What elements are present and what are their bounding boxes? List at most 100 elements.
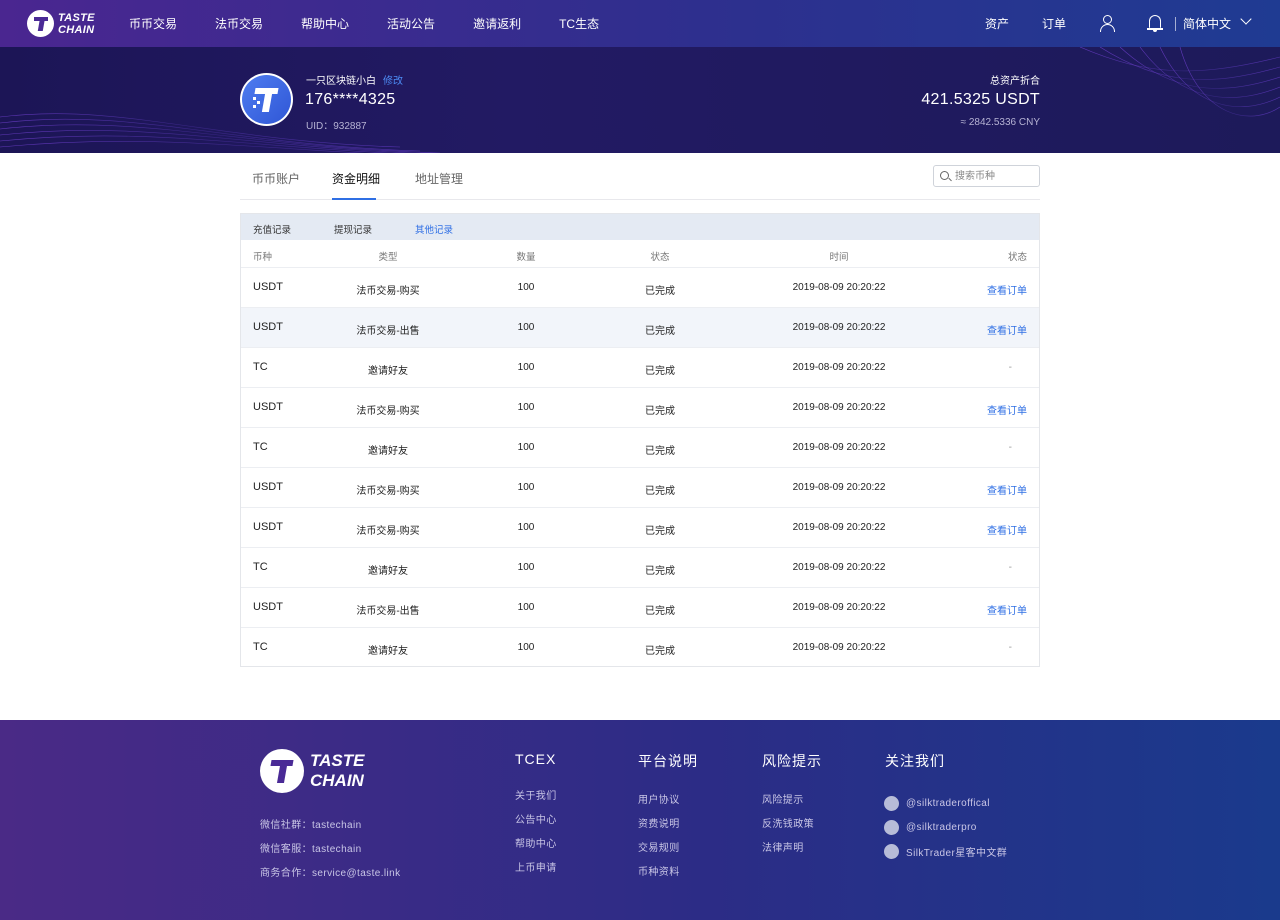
- footer-link-trading-rules[interactable]: 交易规则: [638, 839, 698, 863]
- language-select[interactable]: 简体中文: [1183, 15, 1231, 32]
- profile-banner: 一只区块链小白 修改 176****4325 UID：932887 总资产折合 …: [0, 47, 1280, 153]
- cell-amount: 100: [517, 282, 535, 293]
- nav-item-referral[interactable]: 邀请返利: [473, 15, 521, 32]
- footer-link-user-agreement[interactable]: 用户协议: [638, 791, 698, 815]
- footer-link-help[interactable]: 帮助中心: [515, 835, 557, 859]
- nav-item-fiat-trading[interactable]: 法币交易: [215, 15, 263, 32]
- cell-type: 邀请好友: [368, 366, 408, 377]
- edit-nickname-link[interactable]: 修改: [383, 72, 403, 87]
- col-coin: 币种: [253, 252, 273, 263]
- cell-amount: 100: [517, 442, 535, 453]
- footer-logo-icon: [260, 749, 304, 793]
- nav-item-tc-ecosystem[interactable]: TC生态: [559, 15, 599, 32]
- footer-link-legal[interactable]: 法律声明: [762, 839, 822, 863]
- footer-link-listing[interactable]: 上币申请: [515, 859, 557, 883]
- subtab-other-records[interactable]: 其他记录: [415, 222, 453, 236]
- cell-type: 邀请好友: [368, 446, 408, 457]
- cell-type: 法币交易-购买: [356, 406, 420, 417]
- cell-amount: 100: [517, 482, 535, 493]
- logo-text-line2: CHAIN: [58, 23, 95, 36]
- active-tab-indicator: [332, 198, 376, 200]
- nav-divider: [1175, 17, 1176, 31]
- nav-orders[interactable]: 订单: [1042, 15, 1066, 32]
- col-type: 类型: [378, 252, 398, 263]
- record-subtabs: 充值记录 提现记录 其他记录: [241, 214, 1039, 240]
- cell-time: 2019-08-09 20:20:22: [792, 642, 886, 653]
- cell-status: 已完成: [645, 486, 675, 497]
- cell-type: 法币交易-出售: [356, 606, 420, 617]
- cell-amount: 100: [517, 362, 535, 373]
- tab-fund-details[interactable]: 资金明细: [332, 170, 380, 187]
- social-icon: [884, 795, 899, 811]
- footer-logo-line1: TASTE: [310, 751, 365, 770]
- footer-link-announcements[interactable]: 公告中心: [515, 811, 557, 835]
- banner-wave-decoration: [0, 47, 1280, 153]
- cell-time: 2019-08-09 20:20:22: [792, 562, 886, 573]
- footer-link-coin-info[interactable]: 币种资料: [638, 863, 698, 887]
- footer-link-about[interactable]: 关于我们: [515, 787, 557, 811]
- cell-time: 2019-08-09 20:20:22: [792, 602, 886, 613]
- cell-coin: USDT: [253, 601, 283, 613]
- logo[interactable]: TASTE CHAIN: [27, 10, 95, 37]
- footer-link-fees[interactable]: 资费说明: [638, 815, 698, 839]
- total-assets-label: 总资产折合: [990, 76, 1040, 87]
- nav-item-help-center[interactable]: 帮助中心: [301, 15, 349, 32]
- search-input[interactable]: [955, 169, 1037, 183]
- footer-social-official[interactable]: @silktraderoffical: [884, 791, 1007, 815]
- subtab-withdraw-records[interactable]: 提现记录: [334, 222, 372, 236]
- nav-assets[interactable]: 资产: [985, 15, 1009, 32]
- cell-type: 法币交易-购买: [356, 486, 420, 497]
- tab-address-management[interactable]: 地址管理: [415, 170, 463, 187]
- cell-status: 已完成: [645, 366, 675, 377]
- main-menu: 币币交易 法币交易 帮助中心 活动公告 邀请返利 TC生态: [110, 0, 618, 47]
- footer-col-title: 平台说明: [638, 753, 698, 769]
- tab-spot-account[interactable]: 币币账户: [252, 170, 300, 187]
- no-action-placeholder: -: [1008, 642, 1012, 653]
- cell-status: 已完成: [645, 526, 675, 537]
- no-action-placeholder: -: [1008, 362, 1012, 373]
- social-icon: [884, 819, 899, 835]
- chevron-down-icon[interactable]: [1240, 13, 1252, 25]
- cell-coin: TC: [253, 641, 268, 653]
- cell-time: 2019-08-09 20:20:22: [792, 482, 886, 493]
- footer-logo[interactable]: TASTE CHAIN: [260, 749, 364, 793]
- cell-time: 2019-08-09 20:20:22: [792, 282, 886, 293]
- view-order-link[interactable]: 查看订单: [987, 602, 1027, 617]
- cell-status: 已完成: [645, 566, 675, 577]
- view-order-link[interactable]: 查看订单: [987, 282, 1027, 297]
- no-action-placeholder: -: [1008, 442, 1012, 453]
- table-row: USDT 法币交易-出售 100 已完成 2019-08-09 20:20:22 查看订单: [241, 588, 1039, 628]
- avatar[interactable]: [240, 73, 293, 126]
- view-order-link[interactable]: 查看订单: [987, 402, 1027, 417]
- cell-type: 法币交易-出售: [356, 326, 420, 337]
- coin-search[interactable]: [933, 165, 1040, 187]
- footer-link-risk-warning[interactable]: 风险提示: [762, 791, 822, 815]
- social-icon: [884, 843, 899, 859]
- cell-time: 2019-08-09 20:20:22: [792, 522, 886, 533]
- cell-coin: USDT: [253, 521, 283, 533]
- footer-link-aml-policy[interactable]: 反洗钱政策: [762, 815, 822, 839]
- nickname: 一只区块链小白: [306, 76, 376, 87]
- footer-col-title: TCEX: [515, 751, 557, 767]
- footer-social-chinese-group[interactable]: SilkTrader星客中文群: [884, 839, 1007, 863]
- cell-amount: 100: [517, 562, 535, 573]
- cell-amount: 100: [517, 642, 535, 653]
- view-order-link[interactable]: 查看订单: [987, 482, 1027, 497]
- view-order-link[interactable]: 查看订单: [987, 322, 1027, 337]
- footer-social-pro[interactable]: @silktraderpro: [884, 815, 1007, 839]
- table-row: USDT 法币交易-出售 100 已完成 2019-08-09 20:20:22 查看订单: [241, 308, 1039, 348]
- subtab-deposit-records[interactable]: 充值记录: [253, 222, 291, 236]
- bell-icon[interactable]: [1145, 13, 1165, 33]
- nav-item-spot-trading[interactable]: 币币交易: [129, 15, 177, 32]
- top-nav: TASTE CHAIN 币币交易 法币交易 帮助中心 活动公告 邀请返利 TC生…: [0, 0, 1280, 47]
- contact-business: 商务合作：service@taste.link: [260, 868, 401, 879]
- cell-coin: USDT: [253, 321, 283, 333]
- cell-status: 已完成: [645, 646, 675, 657]
- nav-item-announcements[interactable]: 活动公告: [387, 15, 435, 32]
- view-order-link[interactable]: 查看订单: [987, 522, 1027, 537]
- cell-type: 法币交易-购买: [356, 526, 420, 537]
- user-icon[interactable]: [1098, 13, 1118, 33]
- table-row: USDT 法币交易-购买 100 已完成 2019-08-09 20:20:22 查看订单: [241, 468, 1039, 508]
- cell-time: 2019-08-09 20:20:22: [792, 362, 886, 373]
- cell-time: 2019-08-09 20:20:22: [792, 322, 886, 333]
